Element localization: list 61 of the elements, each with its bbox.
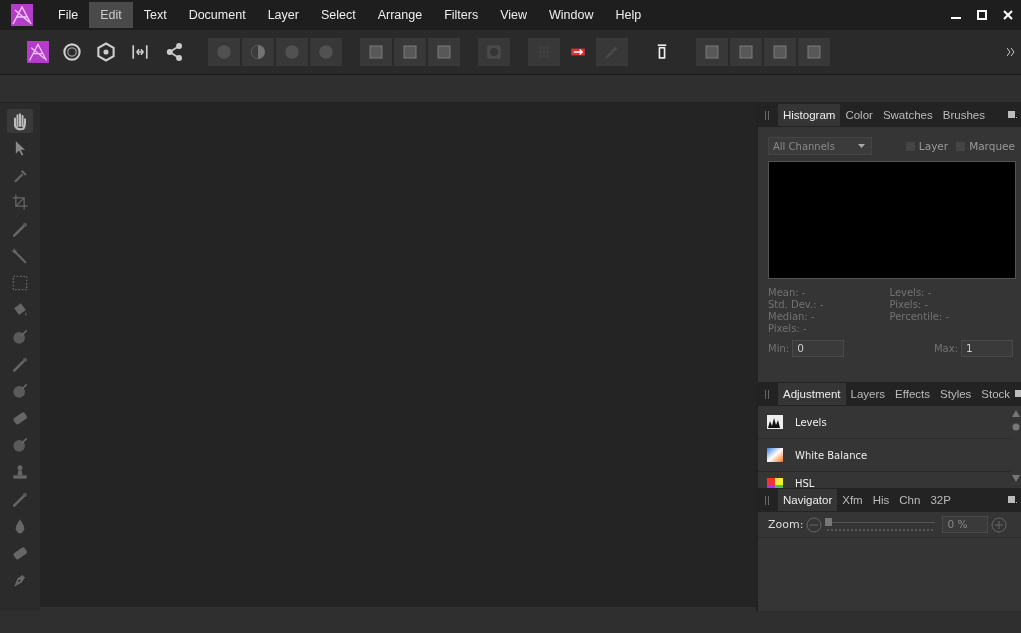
zoom-out-icon[interactable] (806, 516, 823, 533)
zoom-in-icon[interactable] (991, 516, 1008, 533)
panel-tab[interactable]: Effects (890, 383, 935, 405)
panel-tab[interactable]: Color (840, 104, 878, 126)
disc-tool-icon (10, 435, 30, 455)
checkbox-label: Layer (918, 140, 949, 152)
menu-item[interactable]: Layer (256, 2, 310, 28)
panel-tab[interactable]: Brushes (937, 104, 990, 126)
maximize-icon[interactable] (977, 10, 987, 20)
menu-item[interactable]: Window (538, 2, 605, 28)
zoom-label: Zoom: (768, 518, 804, 531)
min-label: Min: (768, 343, 790, 354)
panel-menu-icon[interactable] (1008, 496, 1017, 504)
menu-item[interactable]: Text (132, 2, 178, 28)
adjustment-item[interactable]: HSL (758, 472, 1011, 488)
disc-tool-icon (10, 327, 30, 347)
menu-item[interactable]: Edit (89, 2, 133, 28)
panel-tab[interactable]: Chn (894, 489, 926, 511)
app-logo-icon[interactable] (11, 4, 33, 26)
tool-button[interactable] (7, 109, 33, 133)
caret-icon (858, 144, 865, 148)
adjustment-item[interactable]: White Balance (758, 439, 1011, 472)
menu-item[interactable]: Filters (433, 2, 490, 28)
panel-tab[interactable]: Xfm (837, 489, 868, 511)
panel-tab[interactable]: Stock (976, 383, 1016, 405)
max-field[interactable]: 1 (961, 340, 1013, 357)
statistic-label: Levels: - (889, 287, 933, 298)
min-field[interactable]: 0 (792, 340, 845, 357)
statistic-label: Mean: - (768, 287, 807, 298)
menu-item[interactable]: Help (604, 2, 653, 28)
marquee-tool-icon (10, 273, 30, 293)
levels-icon (767, 415, 783, 429)
more-icon[interactable] (1007, 48, 1015, 56)
panel-tab[interactable]: His (867, 489, 895, 511)
checkbox-label: Marquee (969, 140, 1015, 152)
menu-item[interactable]: Select (309, 2, 367, 28)
menu-item[interactable]: Arrange (366, 2, 434, 28)
panel-tab[interactable]: Histogram (778, 104, 841, 126)
panel-tab[interactable]: Styles (935, 383, 977, 405)
stamp-tool-icon (10, 462, 30, 482)
menu-item[interactable]: View (489, 2, 539, 28)
panel-tab[interactable]: Swatches (877, 104, 938, 126)
statistic-label: Std. Dev.: - (768, 299, 825, 310)
panel-tab[interactable]: Navigator (778, 489, 838, 511)
close-icon[interactable] (1003, 10, 1013, 20)
zoom-slider[interactable] (825, 516, 936, 533)
panel-tab[interactable]: Layers (845, 383, 891, 405)
statistic-label: Pixels: - (889, 299, 929, 310)
panel-tab[interactable]: Adjustment (778, 383, 846, 405)
menu-item[interactable]: Document (177, 2, 257, 28)
statistic-label: Pixels: - (768, 323, 808, 334)
adjustment-item[interactable]: Levels (758, 406, 1011, 439)
menu-item[interactable]: File (47, 2, 90, 28)
panel-menu-icon[interactable] (1008, 111, 1017, 119)
statistic-label: Median: - (768, 311, 816, 322)
crop-tool-icon (10, 192, 30, 212)
hsl-icon (767, 478, 783, 488)
statistic-label: Percentile: - (889, 311, 950, 322)
disc-tool-icon (10, 381, 30, 401)
max-label: Max: (933, 343, 958, 354)
panel-tab[interactable]: 32P (925, 489, 956, 511)
